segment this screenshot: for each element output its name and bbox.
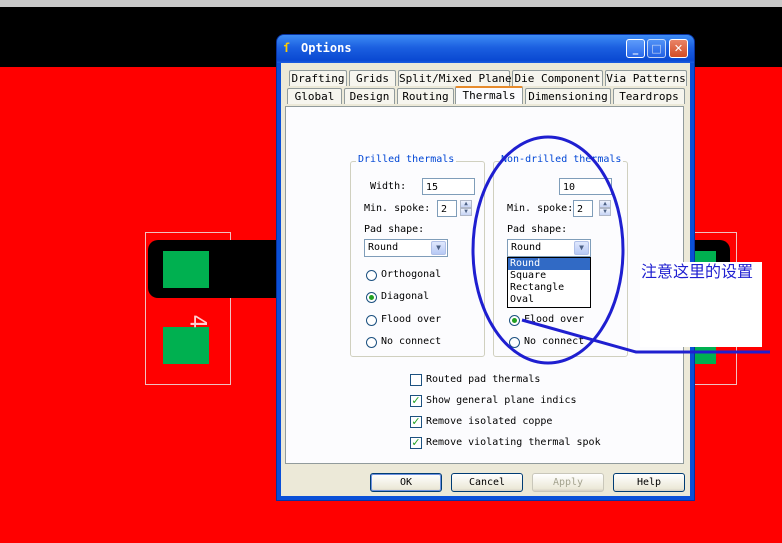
annotation-overlay bbox=[471, 135, 770, 365]
annotation-ellipse bbox=[471, 135, 625, 365]
tab-thermals[interactable]: Thermals bbox=[455, 86, 523, 104]
annotation-arrow-line bbox=[521, 318, 770, 354]
